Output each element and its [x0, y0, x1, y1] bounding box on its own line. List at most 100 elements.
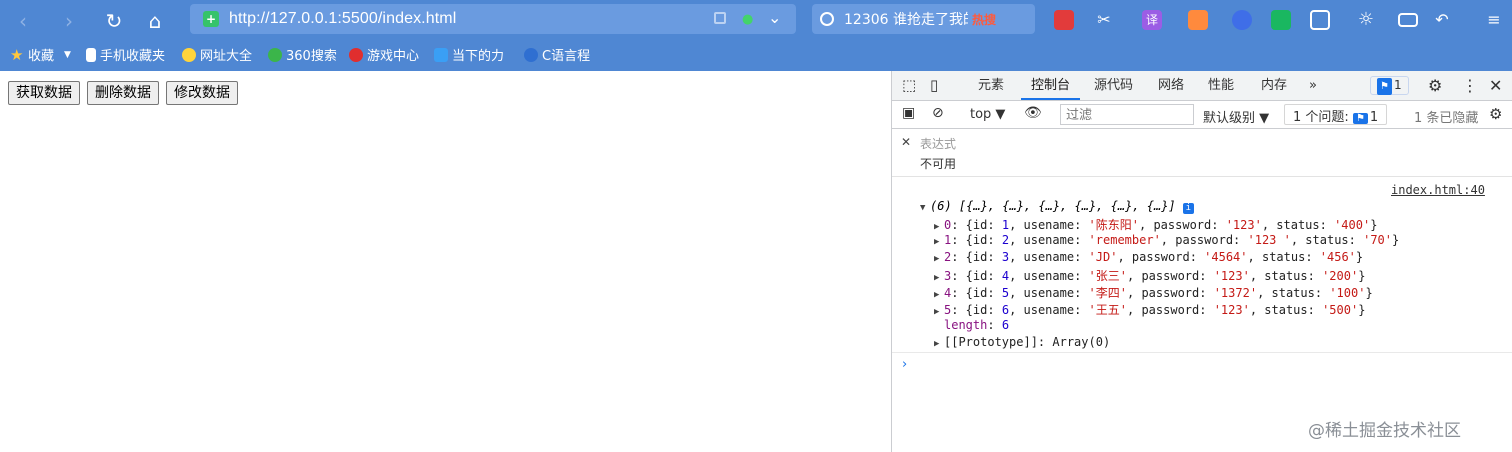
- 360-icon: [268, 47, 282, 62]
- bookmark-mobile[interactable]: 手机收藏夹: [86, 45, 165, 64]
- array-summary-text: (6) [{…}, {…}, {…}, {…}, {…}, {…}]: [930, 199, 1176, 213]
- clear-console-icon[interactable]: ⊘: [932, 105, 944, 121]
- page-icon: [524, 47, 538, 62]
- issues-button[interactable]: 1 个问题: ⚑ 1: [1284, 104, 1388, 125]
- apps-grid-icon[interactable]: [1310, 10, 1330, 30]
- reader-icon[interactable]: [1271, 10, 1291, 30]
- log-level-selector[interactable]: 默认级别 ▼: [1203, 107, 1269, 126]
- hidden-count: 1 条已隐藏: [1414, 111, 1479, 126]
- address-bar[interactable]: + http://127.0.0.1:5500/index.html ● ⌄: [190, 4, 796, 34]
- phone-icon: [86, 47, 96, 62]
- close-icon[interactable]: ✕: [1489, 71, 1502, 100]
- array-item[interactable]: ▶ 3: {id: 4, usename: '张三', password: '12…: [934, 267, 1365, 284]
- hot-search-badge[interactable]: 热搜: [972, 11, 996, 28]
- collapsed-triangle-icon[interactable]: ▶: [934, 254, 944, 264]
- page-icon: [434, 47, 448, 62]
- bookmark-sites[interactable]: 网址大全: [182, 45, 252, 64]
- expanded-triangle-icon[interactable]: ▼: [920, 203, 930, 213]
- bookmark-games[interactable]: 游戏中心: [349, 45, 419, 64]
- bookmark-c[interactable]: C语言程: [524, 45, 590, 64]
- collapsed-triangle-icon[interactable]: ▶: [934, 237, 944, 247]
- context-selector[interactable]: top ▼: [970, 107, 1005, 122]
- games-icon[interactable]: [1188, 10, 1208, 30]
- devtools-panel: ⬚ ▯ 元素 控制台 源代码 网络 性能 内存 » ⚑ 1 ⚙ ⋮ ✕ ▣ ⊘ t…: [891, 71, 1512, 452]
- issues-count: 1: [1393, 78, 1402, 92]
- translate-icon[interactable]: 译: [1142, 10, 1162, 30]
- bookmark-label: 360搜索: [286, 49, 337, 64]
- collapsed-triangle-icon[interactable]: ▶: [934, 307, 944, 317]
- issues-count: 1: [1369, 110, 1379, 125]
- bookmark-label: 手机收藏夹: [100, 49, 166, 64]
- tab-sources[interactable]: 源代码: [1094, 71, 1133, 100]
- kebab-menu-icon[interactable]: ⋮: [1462, 71, 1478, 100]
- delete-data-button[interactable]: 删除数据: [87, 81, 159, 105]
- bookmark-label: 网址大全: [200, 49, 253, 64]
- expression-label[interactable]: 表达式: [920, 135, 956, 152]
- expression-value: 不可用: [920, 157, 957, 171]
- source-link[interactable]: index.html:40: [1391, 183, 1485, 200]
- collapsed-triangle-icon[interactable]: ▶: [934, 290, 944, 300]
- url-text[interactable]: http://127.0.0.1:5500/index.html: [229, 10, 456, 28]
- search-query[interactable]: 12306 谁抢走了我的: [844, 9, 968, 29]
- tab-network[interactable]: 网络: [1158, 71, 1184, 100]
- chevron-down-icon[interactable]: ⌄: [768, 8, 781, 27]
- console-toolbar: ▣ ⊘ top ▼ 👁 默认级别 ▼ 1 个问题: ⚑1 1 条已隐藏 ⚙: [892, 101, 1512, 129]
- qr-code-icon[interactable]: [714, 12, 726, 24]
- menu-icon[interactable]: ≡: [1484, 10, 1504, 30]
- scissors-icon[interactable]: ✂: [1094, 10, 1114, 30]
- bookmark-power[interactable]: 当下的力: [434, 45, 504, 64]
- battery-icon[interactable]: [1398, 13, 1418, 27]
- settings-gear-icon[interactable]: ⚙: [1428, 71, 1442, 100]
- bookmark-label: 当下的力: [452, 49, 505, 64]
- message-icon: ⚑: [1377, 78, 1392, 95]
- tab-elements[interactable]: 元素: [978, 71, 1004, 100]
- device-toggle-icon[interactable]: ▯: [930, 71, 938, 100]
- array-item[interactable]: ▶ 1: {id: 2, usename: 'remember', passwor…: [934, 233, 1399, 250]
- tab-console[interactable]: 控制台: [1021, 71, 1081, 100]
- get-data-button[interactable]: 获取数据: [8, 81, 80, 105]
- forward-icon[interactable]: ›: [56, 8, 82, 34]
- collapsed-triangle-icon[interactable]: ▶: [934, 222, 944, 232]
- site-icon: [182, 47, 196, 62]
- filter-input[interactable]: [1060, 104, 1194, 125]
- array-item[interactable]: ▶ 0: {id: 1, usename: '陈东阳', password: '1…: [934, 216, 1377, 233]
- home-icon[interactable]: ⌂: [142, 8, 168, 34]
- length-property: length: 6: [944, 318, 1010, 332]
- eye-icon[interactable]: 👁: [1024, 105, 1042, 121]
- inspect-icon[interactable]: ⬚: [902, 71, 916, 100]
- bookmark-label: 收藏: [28, 49, 55, 64]
- search-icon: [820, 12, 834, 26]
- array-item[interactable]: ▶ 5: {id: 6, usename: '王五', password: '12…: [934, 301, 1365, 318]
- info-icon[interactable]: i: [1182, 203, 1194, 214]
- sidebar-toggle-icon[interactable]: ▣: [902, 105, 915, 121]
- live-expression: ✕ 表达式 不可用: [892, 129, 1512, 177]
- collapsed-triangle-icon[interactable]: ▶: [934, 339, 944, 349]
- back-icon[interactable]: ‹: [10, 8, 36, 34]
- console-settings-icon[interactable]: ⚙: [1489, 105, 1502, 123]
- star-icon: ★: [10, 45, 24, 64]
- more-tabs-icon[interactable]: »: [1309, 71, 1317, 100]
- game-controller-icon[interactable]: [1054, 10, 1074, 30]
- secure-shield-icon: +: [203, 11, 219, 27]
- bookmark-favorites[interactable]: ★ 收藏 ▼: [10, 45, 71, 64]
- array-item[interactable]: ▶ 4: {id: 5, usename: '李四', password: '13…: [934, 284, 1373, 301]
- collapsed-triangle-icon[interactable]: ▶: [934, 273, 944, 283]
- tab-memory[interactable]: 内存: [1261, 71, 1287, 100]
- array-summary[interactable]: ▼ (6) [{…}, {…}, {…}, {…}, {…}, {…}] i: [920, 199, 1194, 216]
- issues-badge[interactable]: ⚑ 1: [1370, 76, 1409, 95]
- green-status-icon[interactable]: ●: [742, 12, 753, 27]
- search-box[interactable]: 12306 谁抢走了我的 热搜: [812, 4, 1035, 34]
- undo-icon[interactable]: ↶: [1432, 10, 1452, 30]
- ai-icon[interactable]: [1232, 10, 1252, 30]
- remove-expression-icon[interactable]: ✕: [901, 135, 911, 149]
- brightness-icon[interactable]: ☼: [1356, 10, 1376, 30]
- edit-data-button[interactable]: 修改数据: [166, 81, 238, 105]
- chevron-down-icon[interactable]: ▼: [64, 50, 71, 60]
- array-item[interactable]: ▶ 2: {id: 3, usename: 'JD', password: '45…: [934, 250, 1363, 267]
- tab-performance[interactable]: 性能: [1208, 71, 1234, 100]
- console-prompt-icon[interactable]: ›: [902, 357, 907, 372]
- prototype-property[interactable]: ▶ [[Prototype]]: Array(0): [934, 335, 1110, 352]
- bookmark-label: C语言程: [542, 49, 591, 64]
- bookmark-360[interactable]: 360搜索: [268, 45, 337, 64]
- reload-icon[interactable]: ↻: [101, 8, 127, 34]
